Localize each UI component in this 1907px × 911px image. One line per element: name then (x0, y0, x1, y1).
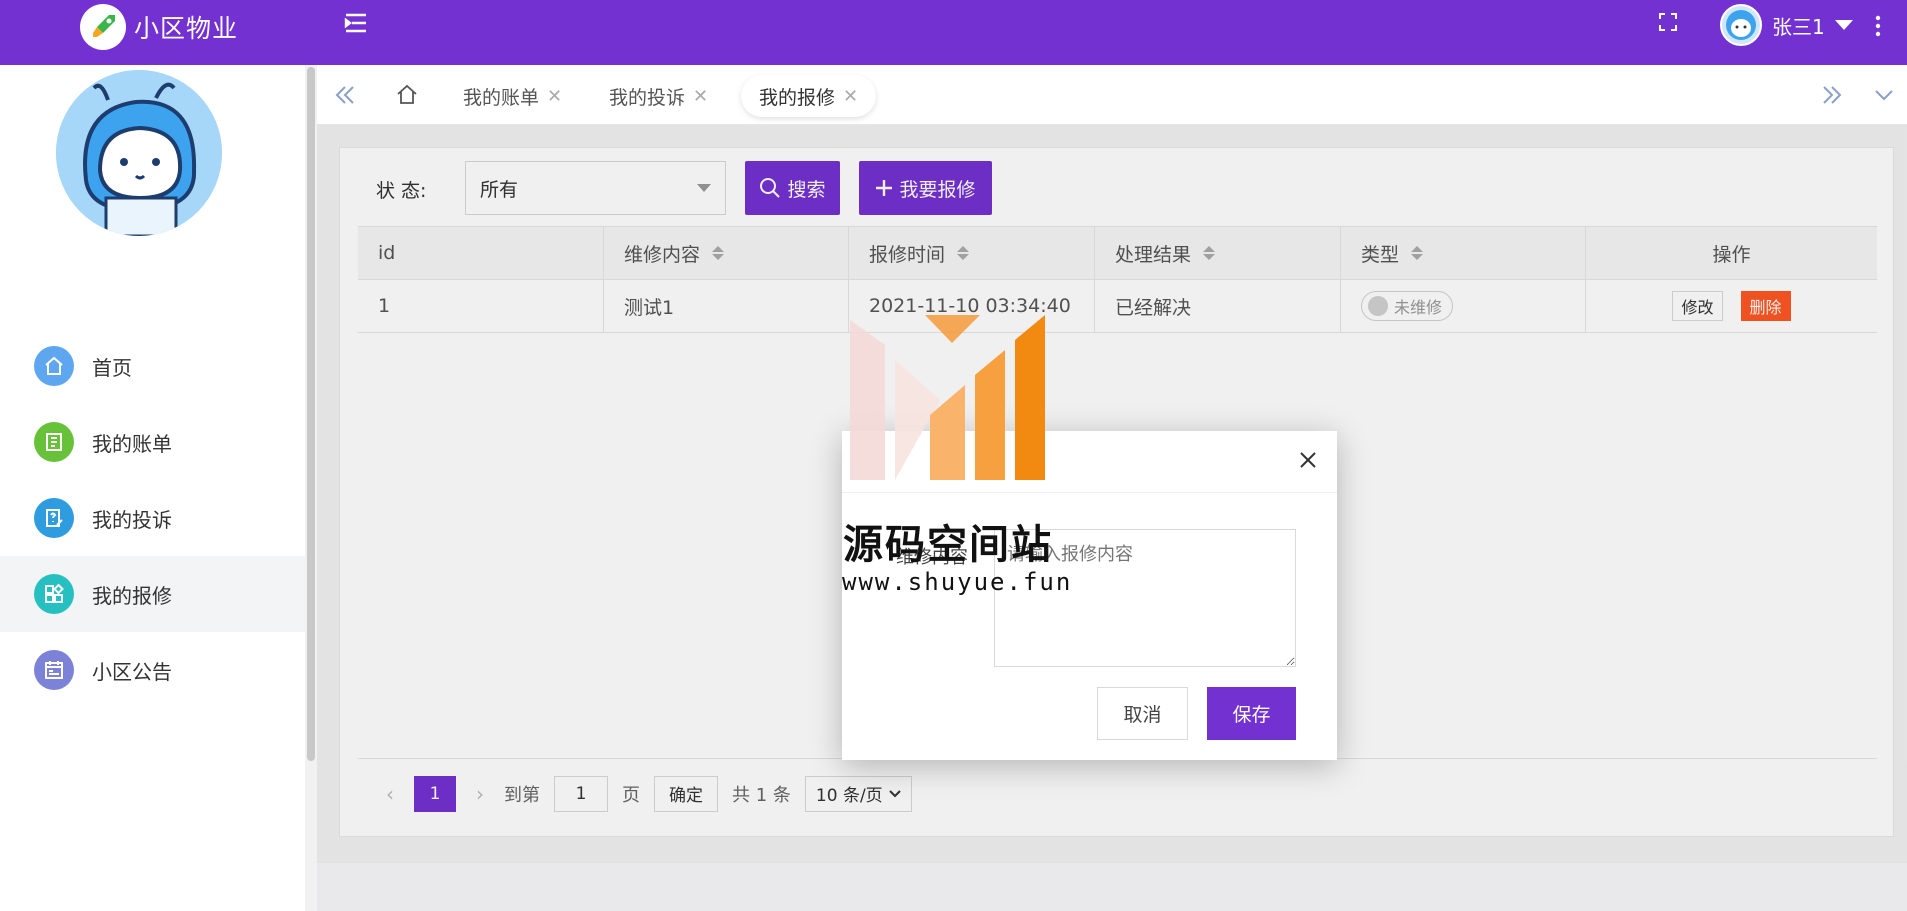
sidebar: 首页 我的账单 我的投诉 我的报修 小区公告 (0, 65, 305, 911)
notice-icon (34, 650, 74, 690)
tabs-dropdown-icon[interactable] (1872, 85, 1896, 105)
bill-icon (34, 422, 74, 462)
caret-down-icon (1834, 20, 1853, 30)
top-bar: 小区物业 张三1 (0, 0, 1907, 65)
sidebar-scrollbar[interactable] (305, 65, 317, 911)
close-icon[interactable]: ✕ (547, 86, 562, 107)
sidebar-item-label: 我的账单 (92, 431, 172, 456)
sidebar-item-home[interactable]: 首页 (0, 328, 305, 404)
sidebar-item-label: 我的报修 (92, 583, 172, 608)
watermark-url: www.shuyue.fun (842, 568, 1073, 596)
sidebar-item-bills[interactable]: 我的账单 (0, 404, 305, 480)
rocket-logo-icon (80, 4, 126, 50)
sidebar-item-label: 首页 (92, 355, 132, 380)
sidebar-item-complaints[interactable]: 我的投诉 (0, 480, 305, 556)
save-button[interactable]: 保存 (1207, 687, 1296, 740)
dialog-header (842, 431, 1337, 493)
cancel-button[interactable]: 取消 (1097, 687, 1188, 740)
more-vertical-icon[interactable] (1874, 14, 1882, 38)
close-icon[interactable]: ✕ (843, 86, 858, 107)
fullscreen-icon[interactable] (1658, 12, 1678, 32)
brand-name: 小区物业 (134, 14, 239, 43)
watermark-title: 源码空间站 (843, 522, 1053, 568)
close-icon[interactable]: ✕ (693, 86, 708, 107)
user-avatar (1720, 4, 1762, 46)
close-icon[interactable] (1297, 449, 1319, 471)
complaint-icon (34, 498, 74, 538)
sidebar-item-label: 我的投诉 (92, 507, 172, 532)
sidebar-item-label: 小区公告 (92, 659, 172, 684)
scrollbar-thumb[interactable] (307, 67, 315, 761)
tabs-scroll-right-icon[interactable] (1820, 85, 1844, 105)
tab-label: 我的报修 (759, 86, 836, 109)
menu-toggle-icon[interactable] (343, 10, 369, 36)
home-tab-icon[interactable] (395, 83, 419, 107)
repair-icon (34, 574, 74, 614)
app-logo[interactable]: 小区物业 (80, 4, 238, 50)
tab-complaints[interactable]: 我的投诉 ✕ (591, 75, 726, 117)
tabs-bar: 我的账单 ✕ 我的投诉 ✕ 我的报修 ✕ (317, 65, 1907, 125)
user-menu[interactable]: 张三1 (1720, 4, 1853, 46)
tab-bills[interactable]: 我的账单 ✕ (445, 75, 580, 117)
sidebar-item-repairs[interactable]: 我的报修 (0, 556, 305, 632)
sidebar-item-notices[interactable]: 小区公告 (0, 632, 305, 708)
tab-label: 我的账单 (463, 86, 540, 109)
tabs-scroll-left-icon[interactable] (333, 85, 357, 105)
tab-label: 我的投诉 (609, 86, 686, 109)
profile-avatar (56, 70, 222, 236)
user-name: 张三1 (1772, 14, 1825, 39)
home-icon (34, 346, 74, 386)
tab-repairs[interactable]: 我的报修 ✕ (741, 75, 877, 117)
sidebar-nav: 首页 我的账单 我的投诉 我的报修 小区公告 (0, 328, 305, 708)
